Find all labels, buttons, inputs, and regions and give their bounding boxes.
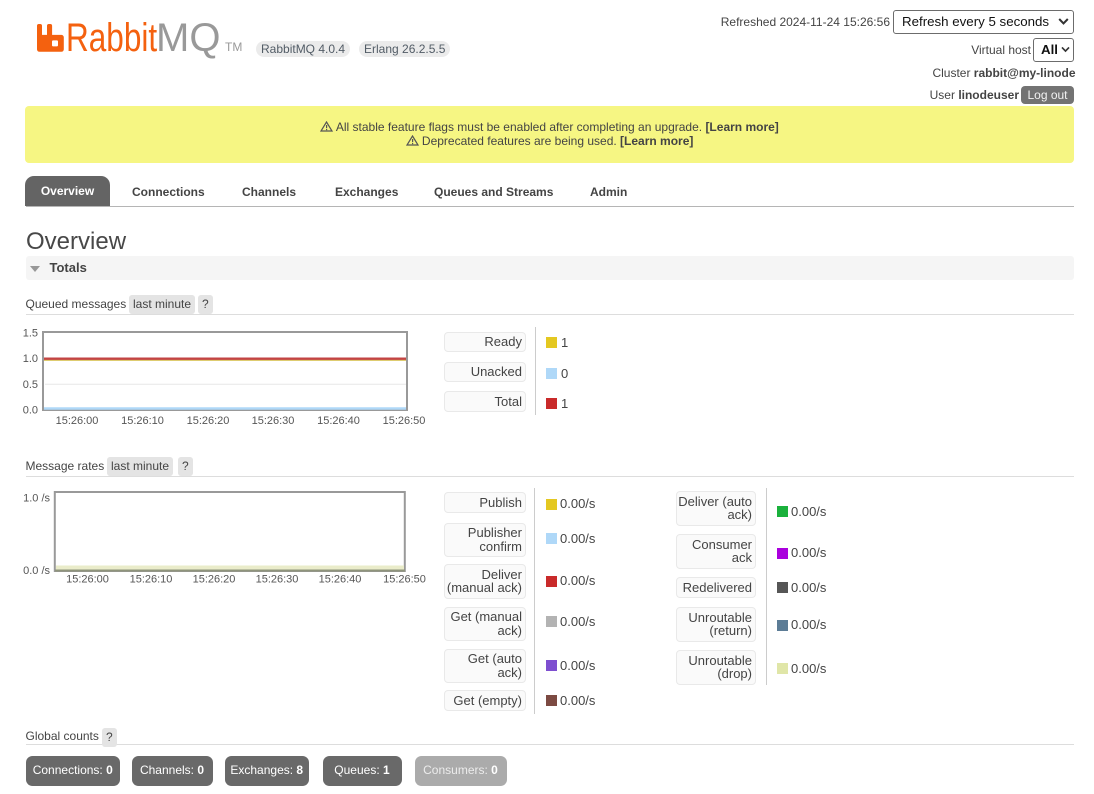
svg-text:15:26:40: 15:26:40 [319, 574, 362, 586]
svg-text:15:26:00: 15:26:00 [66, 574, 109, 586]
svg-text:15:26:30: 15:26:30 [256, 574, 299, 586]
svg-text:0.0 /s: 0.0 /s [23, 565, 50, 577]
svg-text:15:26:50: 15:26:50 [383, 415, 426, 427]
svg-text:15:26:30: 15:26:30 [252, 415, 295, 427]
svg-text:15:26:10: 15:26:10 [121, 415, 164, 427]
svg-text:15:26:10: 15:26:10 [130, 574, 173, 586]
svg-text:0.5: 0.5 [23, 379, 38, 391]
svg-text:15:26:50: 15:26:50 [383, 574, 426, 586]
svg-text:15:26:20: 15:26:20 [187, 415, 230, 427]
svg-text:1.0 /s: 1.0 /s [23, 493, 50, 505]
svg-text:15:26:20: 15:26:20 [193, 574, 236, 586]
svg-text:0.0: 0.0 [23, 405, 38, 417]
svg-text:1.5: 1.5 [23, 328, 38, 340]
svg-text:1.0: 1.0 [23, 353, 38, 365]
svg-text:15:26:40: 15:26:40 [317, 415, 360, 427]
svg-text:15:26:00: 15:26:00 [56, 415, 99, 427]
